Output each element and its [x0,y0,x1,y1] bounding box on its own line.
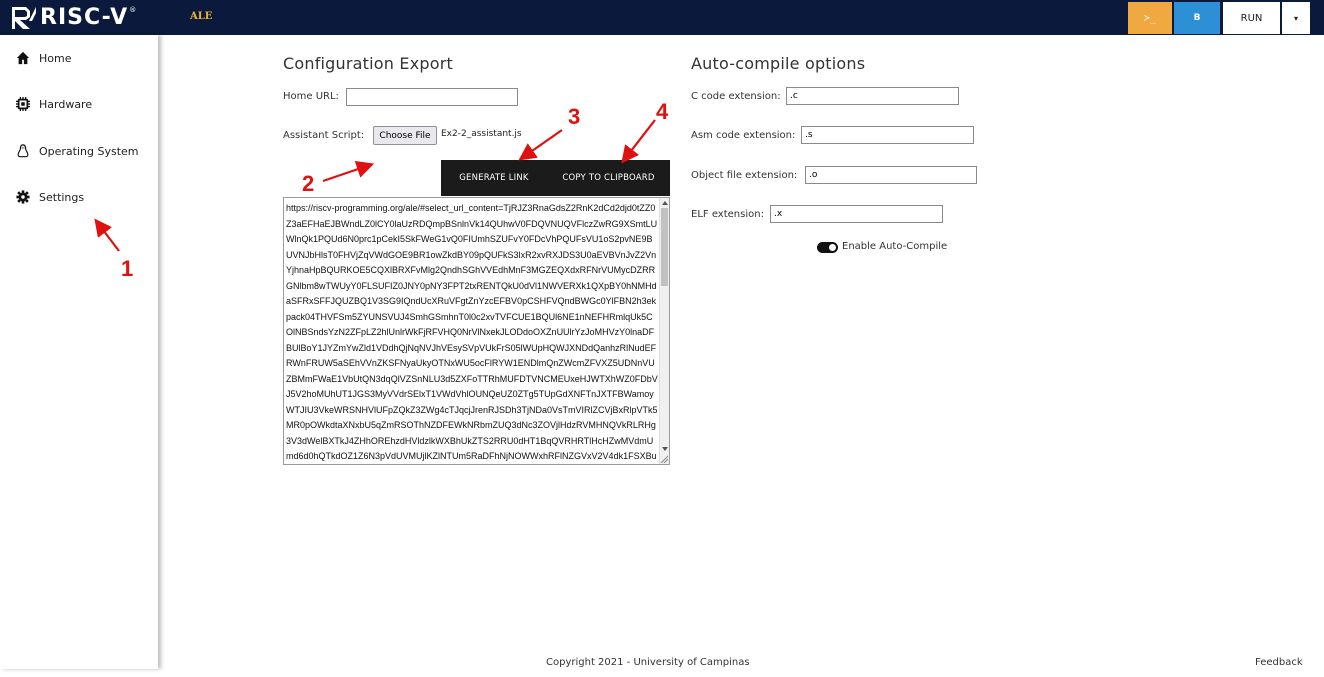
sidebar-item-label: Settings [39,190,85,204]
home-icon [16,51,30,65]
sidebar-item-label: Home [39,51,72,65]
generate-link-button[interactable]: GENERATE LINK [441,160,547,196]
home-url-input[interactable] [346,88,518,106]
annotation-2: 2 [302,171,315,196]
annotation-3: 3 [568,104,581,129]
arrow-3 [518,129,563,161]
arrow-2 [322,160,375,183]
sidebar-item-hardware[interactable]: Hardware [16,94,92,114]
arrow-4 [621,119,656,164]
gear-icon [16,190,30,204]
c-extension-input[interactable] [786,87,959,105]
choose-file-button[interactable]: Choose File [373,126,437,145]
linux-penguin-icon [17,144,29,158]
file-button[interactable]: B [1174,2,1220,34]
sidebar: Home Hardware Operating System Settings [0,35,158,669]
object-extension-label: Object file extension: [691,170,798,181]
url-scrollbar[interactable] [659,198,669,464]
generated-url-textarea[interactable]: https://riscv-programming.org/ale/#selec… [283,197,670,465]
sidebar-item-operating-system[interactable]: Operating System [16,141,139,161]
auto-compile-toggle[interactable] [817,242,838,253]
toggle-knob [829,244,836,251]
elf-extension-label: ELF extension: [691,209,764,220]
generated-url-text: https://riscv-programming.org/ale/#selec… [286,203,658,461]
top-bar: RISC-V ® ALE ≻_ B RUN ▾ [0,0,1324,35]
scroll-thumb[interactable] [661,208,668,286]
export-action-bar: GENERATE LINK COPY TO CLIPBOARD [441,160,670,196]
scroll-down-arrow-icon[interactable] [662,447,668,451]
logo-text: RISC-V [40,5,129,30]
assistant-script-label: Assistant Script: [283,130,365,141]
feedback-link[interactable]: Feedback [1255,657,1303,668]
run-button[interactable]: RUN [1223,2,1280,34]
sidebar-item-label: Hardware [39,97,93,111]
elf-extension-input[interactable] [770,205,943,223]
sidebar-item-label: Operating System [39,144,139,158]
asm-extension-label: Asm code extension: [691,130,796,141]
sidebar-item-home[interactable]: Home [16,48,71,68]
home-url-label: Home URL: [283,91,339,102]
object-extension-input[interactable] [805,166,977,184]
c-extension-label: C code extension: [691,91,781,102]
annotation-1: 1 [121,256,134,281]
copyright-text: Copyright 2021 - University of Campinas [546,657,750,668]
scroll-up-arrow-icon[interactable] [662,201,668,205]
auto-compile-toggle-label: Enable Auto-Compile [842,241,948,252]
risc-v-logo[interactable]: RISC-V ® [12,6,136,30]
auto-compile-title: Auto-compile options [691,54,866,73]
selected-file-name: Ex2-2_assistant.js [441,129,522,139]
terminal-button[interactable]: ≻_ [1128,2,1172,34]
run-dropdown-button[interactable]: ▾ [1282,2,1310,34]
sidebar-item-settings[interactable]: Settings [16,187,84,207]
asm-extension-input[interactable] [801,126,974,144]
copy-to-clipboard-button[interactable]: COPY TO CLIPBOARD [547,160,670,196]
terminal-icon: ≻_ [1143,12,1157,24]
app-name: ALE [190,11,213,22]
chip-icon [16,97,30,111]
risc-v-mark-icon [12,7,36,29]
chevron-down-icon: ▾ [1293,13,1298,23]
config-export-title: Configuration Export [283,54,453,73]
annotation-4: 4 [656,99,669,124]
file-icon: B [1193,13,1201,23]
registered-mark: ® [129,6,137,14]
resize-grip-icon[interactable] [660,455,668,463]
